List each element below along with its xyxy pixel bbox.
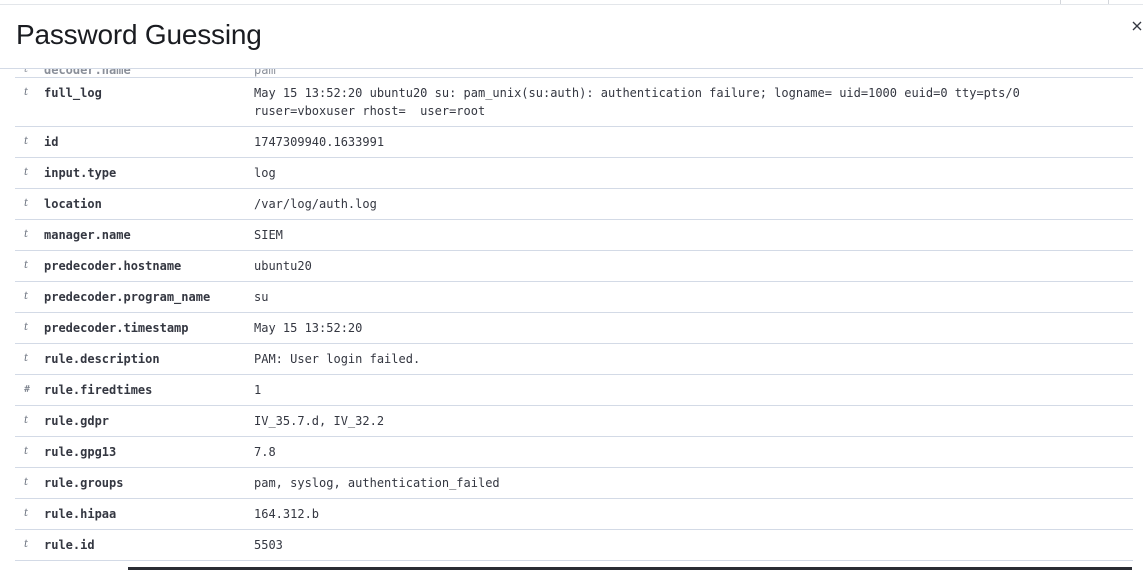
number-type-icon: # — [24, 384, 31, 395]
field-value: May 15 13:52:20 — [254, 321, 363, 335]
table-row[interactable]: # rule.firedtimes 1 — [15, 375, 1133, 406]
close-button[interactable] — [1128, 17, 1143, 35]
table-row[interactable]: t predecoder.program_name su — [15, 282, 1133, 313]
string-type-icon: t — [24, 477, 29, 488]
field-name: rule.gpg13 — [44, 445, 117, 459]
doc-table-body: t decoder.name pam t full_log May 15 13:52:20… — [0, 69, 1143, 567]
field-value: su — [254, 290, 269, 304]
field-value: pam, syslog, authentication_failed — [254, 476, 500, 490]
table-row[interactable]: t predecoder.hostname ubuntu20 — [15, 251, 1133, 282]
string-type-icon: t — [24, 539, 29, 550]
table-row[interactable]: t location/var/log/auth.log — [15, 189, 1133, 220]
string-type-icon: t — [24, 446, 29, 457]
field-value: /var/log/auth.log — [254, 197, 377, 211]
table-row[interactable]: t rule.groups pam, syslog, authentication_… — [15, 468, 1133, 499]
field-value: 1 — [254, 383, 262, 397]
table-row[interactable]: t rule.gdpr IV_35.7.d, IV_32.2 — [15, 406, 1133, 437]
flyout-title: Password Guessing — [16, 19, 262, 50]
field-name: predecoder.program_name — [44, 290, 211, 304]
field-value: 5503 — [254, 538, 283, 552]
top-strip-divider — [1060, 0, 1061, 4]
field-value: 164.312.b — [254, 507, 320, 521]
field-name: rule.hipaa — [44, 507, 117, 521]
field-value: 1747309940.1633991 — [254, 135, 385, 149]
table-row[interactable]: t decoder.name pam — [15, 69, 1133, 78]
string-type-icon: t — [24, 353, 29, 364]
string-type-icon: t — [24, 322, 29, 333]
field-name: decoder.name — [44, 69, 131, 77]
string-type-icon: t — [24, 69, 29, 75]
field-name: input.type — [44, 166, 117, 180]
table-row[interactable]: t manager.name SIEM — [15, 220, 1133, 251]
field-name: manager.name — [44, 228, 131, 242]
string-type-icon: t — [24, 229, 29, 240]
top-strip-divider — [1108, 0, 1109, 4]
table-row[interactable]: t rule.id 5503 — [15, 530, 1133, 561]
flyout-header: Password Guessing — [0, 5, 1143, 69]
field-name: predecoder.hostname — [44, 259, 182, 273]
document-fields-table: t decoder.name pam t full_log May 15 13:52:20… — [15, 69, 1133, 561]
table-row[interactable]: t rule.hipaa 164.312.b — [15, 499, 1133, 530]
field-value: May 15 13:52:20 ubuntu20 su: pam_unix(su… — [254, 86, 1028, 118]
field-value: SIEM — [254, 228, 283, 242]
field-name: rule.groups — [44, 476, 124, 490]
string-type-icon: t — [24, 508, 29, 519]
string-type-icon: t — [24, 415, 29, 426]
table-row[interactable]: t rule.gpg13 7.8 — [15, 437, 1133, 468]
field-name: full_log — [44, 86, 102, 100]
string-type-icon: t — [24, 260, 29, 271]
field-value: pam — [254, 69, 276, 77]
close-icon — [1132, 21, 1142, 31]
table-row[interactable]: t input.type log — [15, 158, 1133, 189]
field-value: PAM: User login failed. — [254, 352, 421, 366]
field-name: id — [44, 135, 59, 149]
string-type-icon: t — [24, 291, 29, 302]
field-value: ubuntu20 — [254, 259, 312, 273]
string-type-icon: t — [24, 136, 29, 147]
field-value: log — [254, 166, 276, 180]
string-type-icon: t — [24, 167, 29, 178]
table-row[interactable]: t rule.description PAM: User login failed. — [15, 344, 1133, 375]
table-row[interactable]: t full_log May 15 13:52:20 ubuntu20 su: pa… — [15, 78, 1133, 127]
field-name: rule.firedtimes — [44, 383, 153, 397]
field-name: rule.id — [44, 538, 95, 552]
table-row[interactable]: t predecoder.timestamp May 15 13:52:20 — [15, 313, 1133, 344]
string-type-icon: t — [24, 87, 29, 98]
field-name: rule.gdpr — [44, 414, 110, 428]
field-name: location — [44, 197, 102, 211]
field-value: IV_35.7.d, IV_32.2 — [254, 414, 385, 428]
field-name: predecoder.timestamp — [44, 321, 189, 335]
field-value: 7.8 — [254, 445, 276, 459]
string-type-icon: t — [24, 198, 29, 209]
field-name: rule.description — [44, 352, 160, 366]
document-details-flyout: Password Guessing t decoder.name pam t full_… — [0, 0, 1143, 570]
table-row[interactable]: t id 1747309940.1633991 — [15, 127, 1133, 158]
